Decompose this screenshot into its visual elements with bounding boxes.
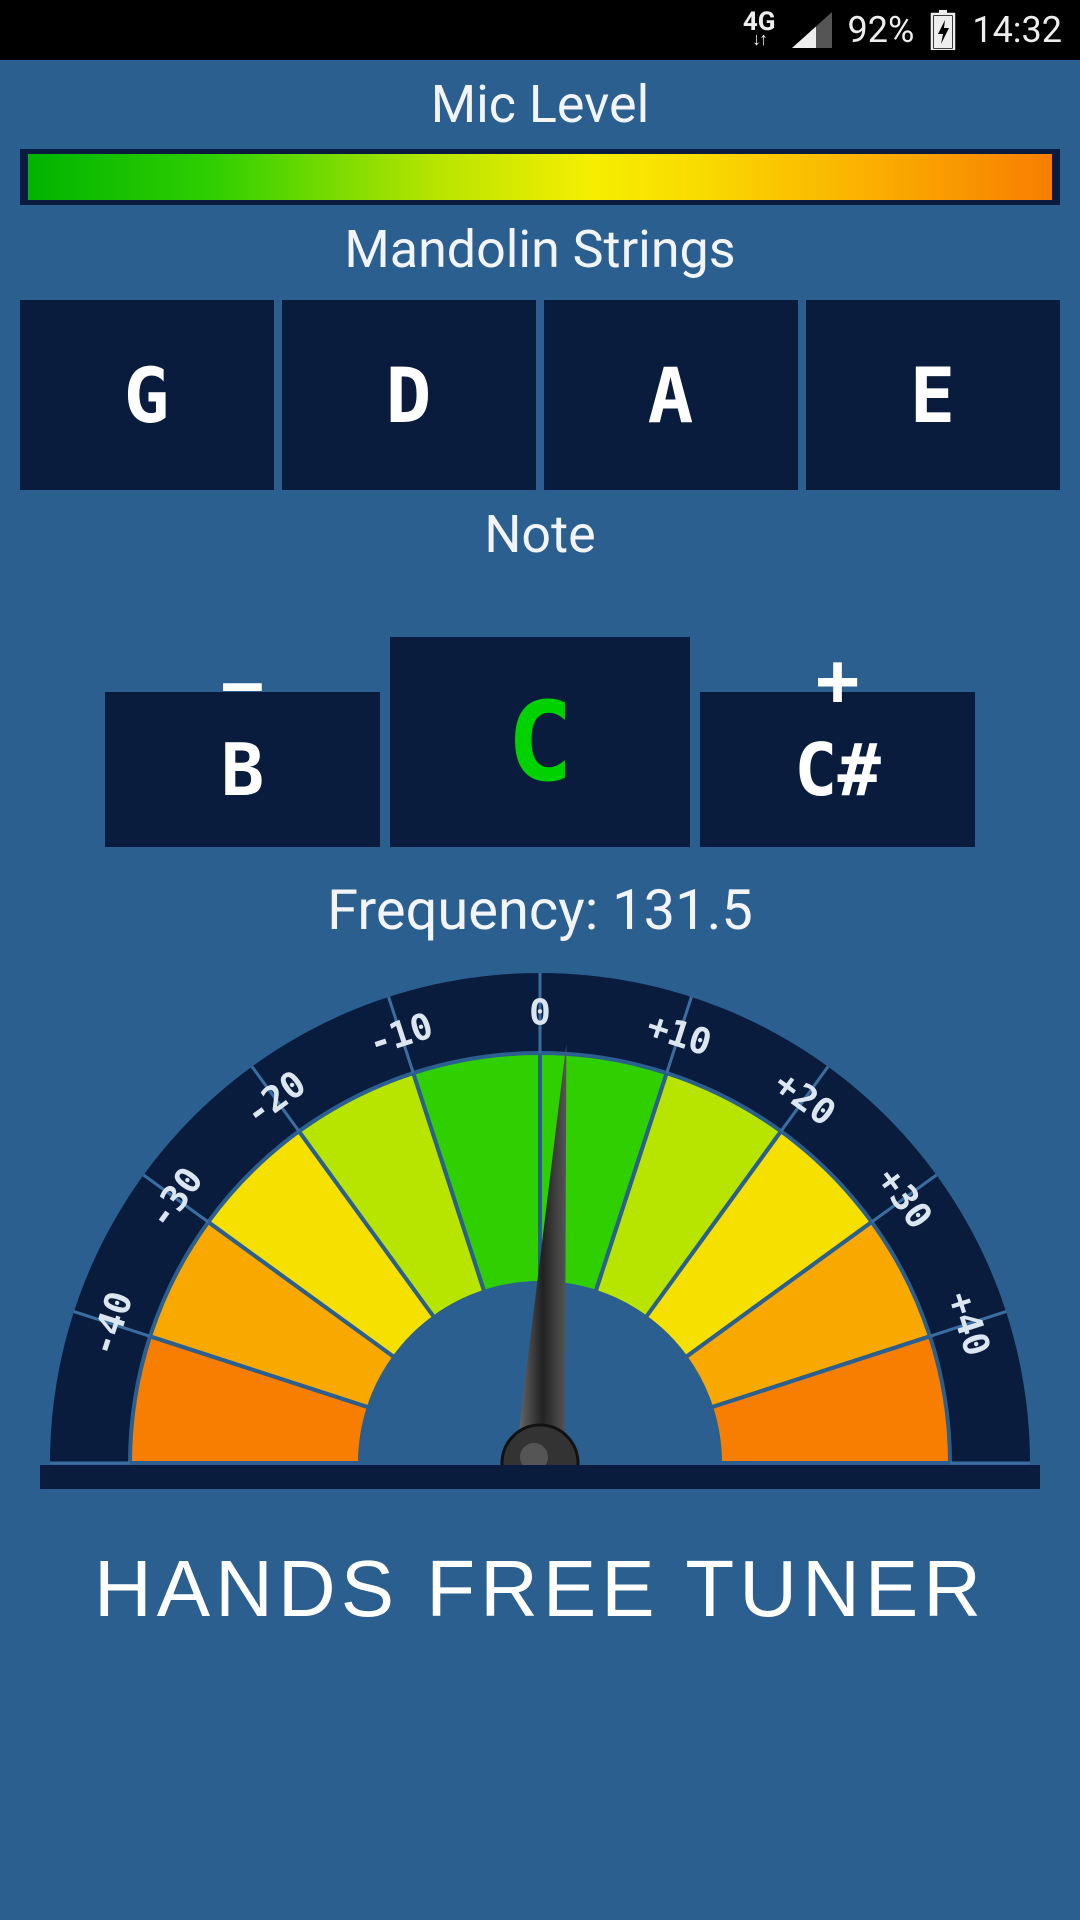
status-bar: 4G ↓↑ 92% 14:32 (0, 0, 1080, 60)
note-row: – B C + C# (20, 587, 1060, 847)
mic-level-fill (28, 154, 1052, 200)
battery-percentage: 92% (848, 9, 915, 51)
string-button-2[interactable]: A (544, 300, 798, 490)
string-button-3[interactable]: E (806, 300, 1060, 490)
plus-icon: + (815, 636, 861, 727)
app-title: HANDS FREE TUNER (20, 1543, 1060, 1635)
cents-gauge: -40-30-20-100+10+20+30+40 (20, 1023, 1060, 1483)
string-button-0[interactable]: G (20, 300, 274, 490)
minus-icon: – (221, 636, 264, 727)
string-button-1[interactable]: D (282, 300, 536, 490)
network-arrows-icon: ↓↑ (752, 33, 766, 47)
signal-icon (792, 12, 832, 48)
string-label: A (648, 351, 695, 440)
mic-level-title: Mic Level (20, 74, 1060, 135)
note-next-label: C# (794, 728, 881, 812)
note-prev[interactable]: – B (105, 692, 380, 847)
gauge-tick-label: 0 (529, 993, 551, 1034)
clock: 14:32 (972, 9, 1062, 51)
note-title: Note (20, 504, 1060, 565)
gauge-base (40, 1465, 1040, 1489)
battery-charging-icon (930, 10, 956, 50)
note-next[interactable]: + C# (700, 692, 975, 847)
frequency-value: 131.5 (612, 877, 753, 943)
note-current-label: C (507, 678, 573, 806)
string-label: G (124, 351, 171, 440)
network-indicator: 4G ↓↑ (743, 12, 776, 47)
strings-title: Mandolin Strings (20, 219, 1060, 280)
mic-level-meter (20, 149, 1060, 205)
frequency-readout: Frequency: 131.5 (20, 877, 1060, 943)
frequency-label: Frequency: (327, 877, 598, 943)
app-body: Mic Level Mandolin Strings G D A E Note … (0, 60, 1080, 1920)
string-label: E (910, 351, 957, 440)
note-current: C (390, 637, 690, 847)
note-prev-label: B (221, 728, 264, 812)
string-label: D (386, 351, 433, 440)
strings-row: G D A E (20, 300, 1060, 490)
